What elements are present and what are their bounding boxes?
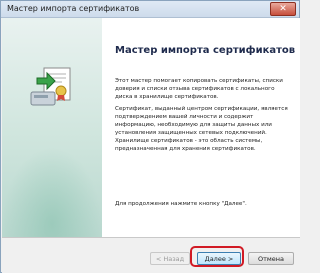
close-button[interactable]: ✕ [270, 2, 296, 16]
wizard-heading: Мастер импорта сертификатов [115, 45, 296, 56]
next-button[interactable]: Далее > [197, 252, 241, 265]
intro-paragraph: Этот мастер помогает копировать сертифик… [115, 78, 283, 101]
cancel-button[interactable]: Отмена [248, 252, 294, 265]
window-title: Мастер импорта сертификатов [7, 4, 140, 13]
wizard-side-panel [2, 18, 102, 237]
title-bar: Мастер импорта сертификатов ✕ [1, 1, 299, 18]
import-wizard-window: Мастер импорта сертификатов ✕ Мастер имп… [0, 0, 300, 273]
back-button[interactable]: < Назад [150, 252, 190, 265]
certificate-info-paragraph: Сертификат, выданный центром сертификаци… [115, 106, 288, 153]
close-icon: ✕ [279, 4, 287, 14]
continue-hint: Для продолжения нажмите кнопку "Далее". [115, 201, 247, 207]
wizard-content: Мастер импорта сертификатов Этот мастер … [2, 18, 300, 238]
button-bar: < Назад Далее > Отмена [2, 238, 300, 273]
side-panel-glow [2, 147, 102, 237]
certificate-import-icon [30, 67, 71, 106]
